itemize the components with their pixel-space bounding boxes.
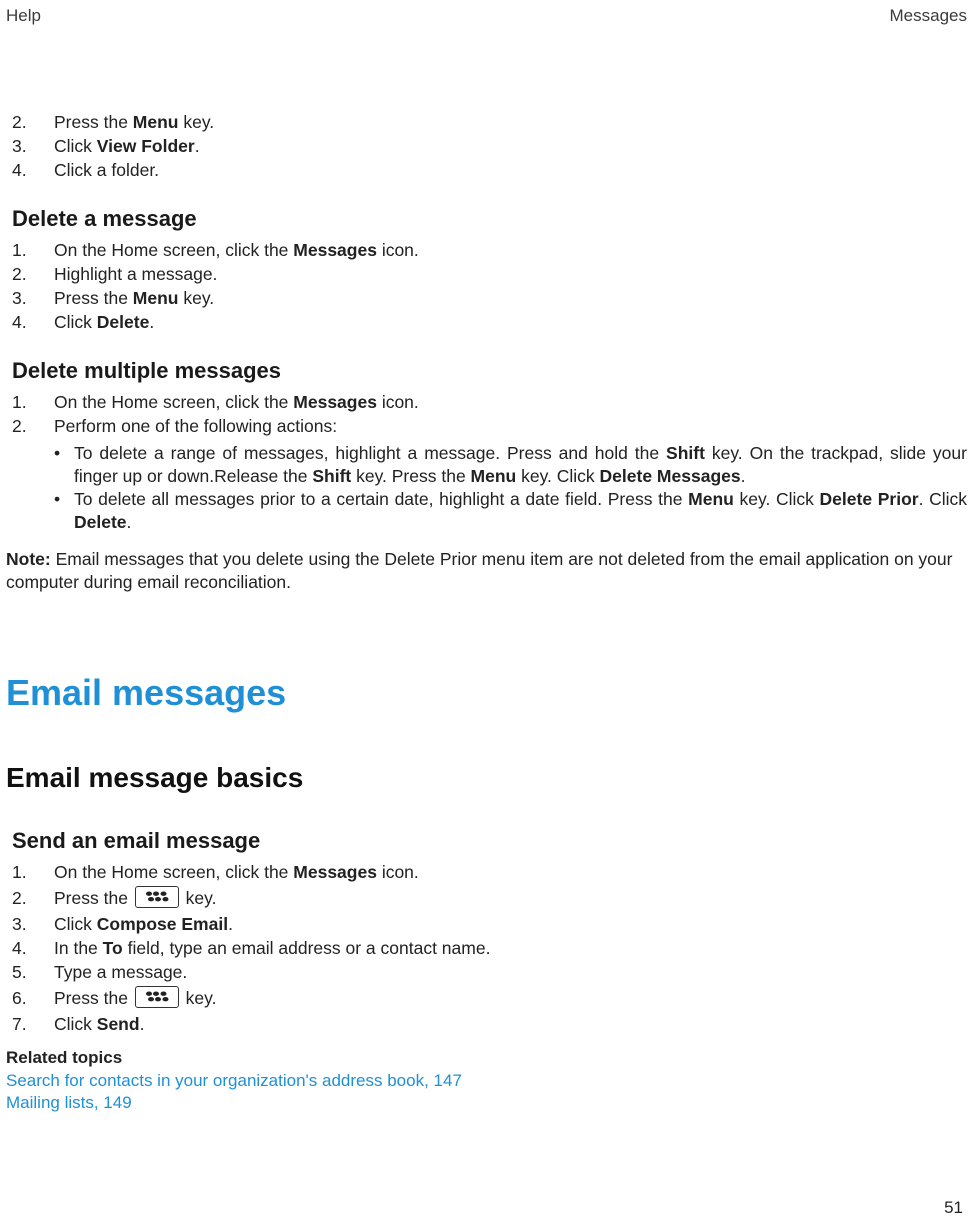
text: Click bbox=[54, 312, 97, 332]
note-body: Email messages that you delete using the… bbox=[6, 549, 952, 592]
text: Press the bbox=[54, 112, 133, 132]
bold: Menu bbox=[133, 288, 179, 308]
text: Press the bbox=[54, 888, 133, 908]
step: On the Home screen, click the Messages i… bbox=[6, 238, 967, 262]
text: key. Click bbox=[516, 466, 599, 486]
text: key. bbox=[186, 888, 217, 908]
heading-email-basics: Email message basics bbox=[6, 762, 967, 794]
text: To delete a range of messages, highlight… bbox=[74, 443, 666, 463]
steps-send-email: On the Home screen, click the Messages i… bbox=[6, 860, 967, 1036]
step: Click a folder. bbox=[6, 158, 967, 182]
step: Highlight a message. bbox=[6, 262, 967, 286]
bullets-delete-multiple: To delete a range of messages, highlight… bbox=[6, 442, 967, 534]
bold: Delete Prior bbox=[820, 489, 919, 509]
bold: View Folder bbox=[97, 136, 195, 156]
bold: Menu bbox=[133, 112, 179, 132]
bold: Messages bbox=[293, 862, 377, 882]
step: On the Home screen, click the Messages i… bbox=[6, 860, 967, 884]
text: Perform one of the following actions: bbox=[54, 416, 337, 436]
related-topics-heading: Related topics bbox=[6, 1048, 967, 1068]
bold: Compose Email bbox=[97, 914, 228, 934]
text: Click bbox=[54, 914, 97, 934]
header-help: Help bbox=[6, 6, 41, 26]
step: Press the key. bbox=[6, 884, 967, 912]
bold: To bbox=[103, 938, 123, 958]
step: Press the Menu key. bbox=[6, 286, 967, 310]
heading-delete-message: Delete a message bbox=[12, 206, 967, 232]
text: On the Home screen, click the bbox=[54, 240, 293, 260]
bold: Messages bbox=[293, 392, 377, 412]
text: icon. bbox=[377, 862, 419, 882]
related-link[interactable]: Search for contacts in your organization… bbox=[6, 1070, 967, 1092]
text: In the bbox=[54, 938, 103, 958]
text: . bbox=[741, 466, 746, 486]
blackberry-key-icon bbox=[135, 886, 179, 908]
text: . bbox=[140, 1014, 145, 1034]
text: . bbox=[228, 914, 233, 934]
text: icon. bbox=[377, 392, 419, 412]
step: Click Delete. bbox=[6, 310, 967, 334]
text: To delete all messages prior to a certai… bbox=[74, 489, 688, 509]
steps-delete-multiple: On the Home screen, click the Messages i… bbox=[6, 390, 967, 438]
page-number: 51 bbox=[944, 1198, 963, 1218]
text: Type a message. bbox=[54, 962, 187, 982]
text: Click bbox=[54, 136, 97, 156]
note: Note: Email messages that you delete usi… bbox=[6, 548, 967, 594]
text: . bbox=[127, 512, 132, 532]
text: key. Press the bbox=[351, 466, 470, 486]
bold: Delete Messages bbox=[600, 466, 741, 486]
step: In the To field, type an email address o… bbox=[6, 936, 967, 960]
step: Click View Folder. bbox=[6, 134, 967, 158]
heading-delete-multiple: Delete multiple messages bbox=[12, 358, 967, 384]
bold: Menu bbox=[688, 489, 734, 509]
header-section: Messages bbox=[890, 6, 967, 26]
text: Click a folder. bbox=[54, 160, 159, 180]
text: . Click bbox=[919, 489, 967, 509]
step: Click Send. bbox=[6, 1012, 967, 1036]
note-label: Note: bbox=[6, 549, 51, 569]
bold: Menu bbox=[471, 466, 517, 486]
bold: Messages bbox=[293, 240, 377, 260]
step: Perform one of the following actions: bbox=[6, 414, 967, 438]
steps-continuation: Press the Menu key. Click View Folder. C… bbox=[6, 110, 967, 182]
text: key. bbox=[179, 288, 215, 308]
text: . bbox=[195, 136, 200, 156]
bold: Shift bbox=[666, 443, 705, 463]
step: Press the Menu key. bbox=[6, 110, 967, 134]
step: Press the key. bbox=[6, 984, 967, 1012]
text: key. Click bbox=[734, 489, 820, 509]
text: icon. bbox=[377, 240, 419, 260]
heading-email-messages: Email messages bbox=[6, 672, 967, 714]
related-link[interactable]: Mailing lists, 149 bbox=[6, 1092, 967, 1114]
text: field, type an email address or a contac… bbox=[123, 938, 491, 958]
bold: Delete bbox=[74, 512, 127, 532]
text: Highlight a message. bbox=[54, 264, 217, 284]
blackberry-key-icon bbox=[135, 986, 179, 1008]
text: Press the bbox=[54, 988, 133, 1008]
text: On the Home screen, click the bbox=[54, 862, 293, 882]
bullet: To delete all messages prior to a certai… bbox=[6, 488, 967, 534]
step: Type a message. bbox=[6, 960, 967, 984]
bold: Delete bbox=[97, 312, 150, 332]
text: . bbox=[149, 312, 154, 332]
text: key. bbox=[179, 112, 215, 132]
step: Click Compose Email. bbox=[6, 912, 967, 936]
bullet: To delete a range of messages, highlight… bbox=[6, 442, 967, 488]
text: key. bbox=[186, 988, 217, 1008]
text: Click bbox=[54, 1014, 97, 1034]
bold: Shift bbox=[312, 466, 351, 486]
step: On the Home screen, click the Messages i… bbox=[6, 390, 967, 414]
text: Press the bbox=[54, 288, 133, 308]
steps-delete-message: On the Home screen, click the Messages i… bbox=[6, 238, 967, 334]
heading-send-email: Send an email message bbox=[12, 828, 967, 854]
text: On the Home screen, click the bbox=[54, 392, 293, 412]
bold: Send bbox=[97, 1014, 140, 1034]
